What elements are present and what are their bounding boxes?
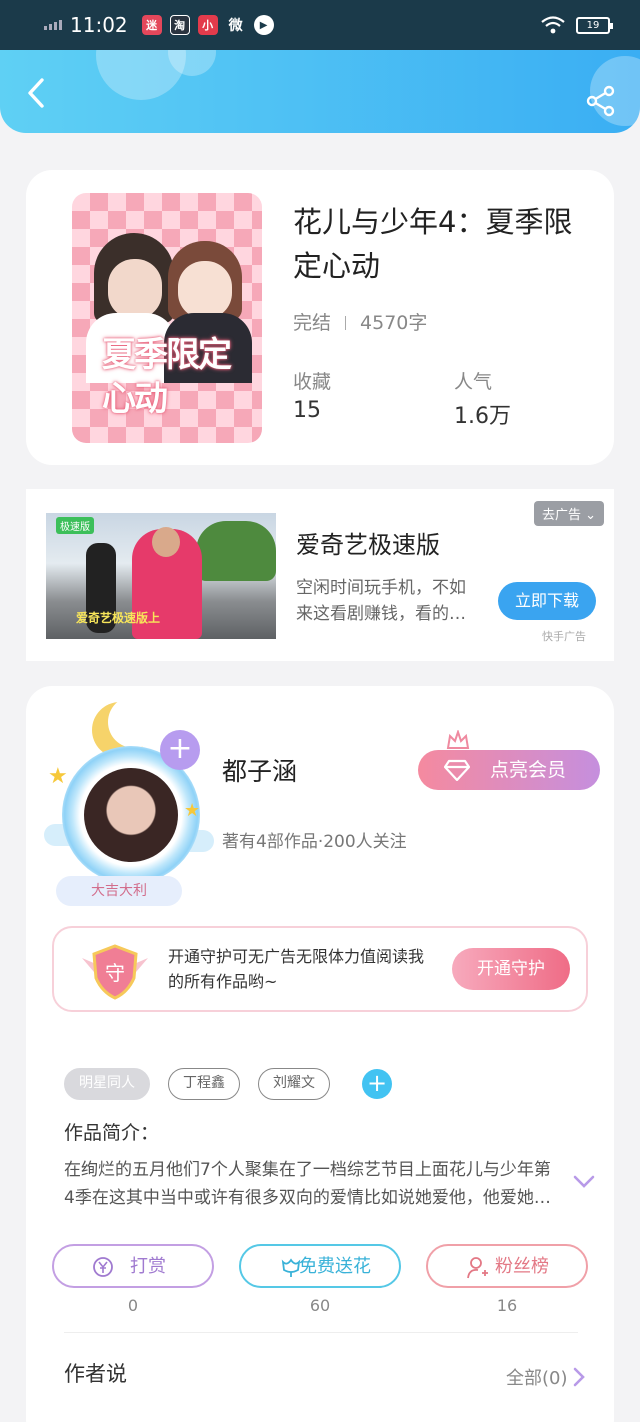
ad-image-tag: 极速版	[56, 517, 94, 534]
ad-banner[interactable]: 极速版 爱奇艺极速版上 爱奇艺极速版 空闲时间玩手机，不如来这看剧赚钱，看的… …	[26, 489, 614, 661]
flower-icon	[281, 1258, 301, 1277]
divider	[64, 1332, 578, 1333]
tag-pill[interactable]: 刘耀文	[258, 1068, 330, 1100]
book-word-count: 4570字	[360, 312, 428, 334]
follow-plus-button[interactable]: +	[160, 730, 200, 770]
ad-title: 爱奇艺极速版	[296, 531, 440, 559]
cover-title-text: 夏季限定心动	[102, 335, 232, 419]
notification-app-icon: 小	[197, 15, 218, 35]
status-bar: 11:02 迷 淘 小 微 ▶ 19	[0, 0, 640, 50]
book-status: 完结	[293, 312, 332, 334]
author-says-label: 作者说	[64, 1362, 127, 1386]
flower-count: 60	[309, 1296, 331, 1315]
svg-text:守: 守	[105, 961, 125, 985]
reward-button[interactable]: 打赏	[52, 1244, 214, 1288]
intro-text: 在绚烂的五月他们7个人聚集在了一档综艺节目上面花儿与少年第4季在这其中当中或许有…	[64, 1160, 551, 1208]
star-icon: ★	[184, 800, 201, 821]
fans-ranking-button[interactable]: 粉丝榜	[426, 1244, 588, 1288]
crown-icon	[446, 730, 470, 749]
intro-label: 作品简介：	[64, 1122, 160, 1144]
star-icon: ★	[48, 764, 68, 789]
author-nick-tag: 大吉大利	[56, 876, 182, 906]
play-icon: ▶	[253, 15, 274, 35]
tag-pill[interactable]: 明星同人	[64, 1068, 150, 1100]
coin-icon	[93, 1257, 113, 1277]
back-arrow-icon[interactable]	[20, 76, 54, 110]
cover-figure	[178, 261, 232, 319]
book-title: 花儿与少年4：夏季限定心动	[293, 205, 573, 283]
diamond-icon	[444, 759, 470, 781]
user-icon	[467, 1257, 488, 1279]
ad-source: 快手广告	[542, 630, 586, 643]
battery-icon: 19	[576, 16, 613, 34]
download-button[interactable]: 立即下载	[498, 582, 596, 620]
author-card: ★ ★ + 大吉大利 都子涵 著有4部作品·200人关注 点亮会员 守 开通守护…	[26, 686, 614, 1422]
vip-label: 点亮会员	[490, 759, 567, 781]
chevron-down-icon[interactable]	[572, 1174, 596, 1190]
wifi-icon	[541, 16, 565, 34]
reward-count: 0	[127, 1296, 139, 1315]
book-tags: 明星同人 丁程鑫 刘耀文 +	[64, 1068, 392, 1100]
author-meta: 著有4部作品·200人关注	[222, 832, 407, 852]
author-avatar[interactable]	[84, 768, 178, 862]
ad-image-person-head	[152, 527, 180, 557]
ad-image[interactable]: 极速版 爱奇艺极速版上	[46, 513, 276, 639]
guard-promo: 守 开通守护可无广告无限体力值阅读我的所有作品哟~ 开通守护	[52, 926, 588, 1012]
remove-ad-button[interactable]: 去广告 ⌄	[533, 501, 604, 526]
taobao-icon: 淘	[169, 15, 190, 35]
top-header	[0, 50, 640, 133]
notification-app-icon: 迷	[141, 15, 162, 35]
share-icon[interactable]	[584, 84, 618, 118]
author-name[interactable]: 都子涵	[222, 752, 297, 788]
guard-text: 开通守护可无广告无限体力值阅读我的所有作品哟~	[168, 947, 425, 991]
signal-icon	[44, 20, 62, 30]
chevron-right-icon[interactable]	[572, 1366, 586, 1388]
send-flower-button[interactable]: 免费送花	[239, 1244, 401, 1288]
status-time: 11:02	[70, 13, 128, 37]
author-avatar-frame: ★ ★ +	[36, 696, 216, 906]
fans-count: 16	[496, 1296, 518, 1315]
ad-image-tree	[196, 521, 276, 581]
vip-button[interactable]: 点亮会员	[418, 750, 600, 790]
popularity-label: 人气	[454, 371, 493, 393]
book-meta: 完结 4570字	[293, 308, 427, 335]
favorites-value: 15	[293, 398, 321, 423]
ad-image-caption: 爱奇艺极速版上	[76, 611, 161, 625]
popularity-value: 1.6万	[454, 404, 511, 429]
favorites-label: 收藏	[293, 371, 332, 393]
ad-description: 空闲时间玩手机，不如来这看剧赚钱，看的…	[296, 578, 466, 624]
add-tag-button[interactable]: +	[362, 1069, 392, 1099]
shield-icon: 守	[82, 944, 148, 1000]
book-info-card: 夏季限定心动 花儿与少年4：夏季限定心动 完结 4570字 收藏 15 人气 1.…	[26, 170, 614, 465]
open-guard-button[interactable]: 开通守护	[452, 948, 570, 990]
meta-divider	[345, 316, 347, 330]
book-cover-image[interactable]: 夏季限定心动	[72, 193, 262, 443]
cover-figure	[108, 259, 162, 319]
weibo-icon: 微	[228, 18, 243, 34]
author-says-all-link[interactable]: 全部(0)	[506, 1364, 568, 1390]
tag-pill[interactable]: 丁程鑫	[168, 1068, 240, 1100]
